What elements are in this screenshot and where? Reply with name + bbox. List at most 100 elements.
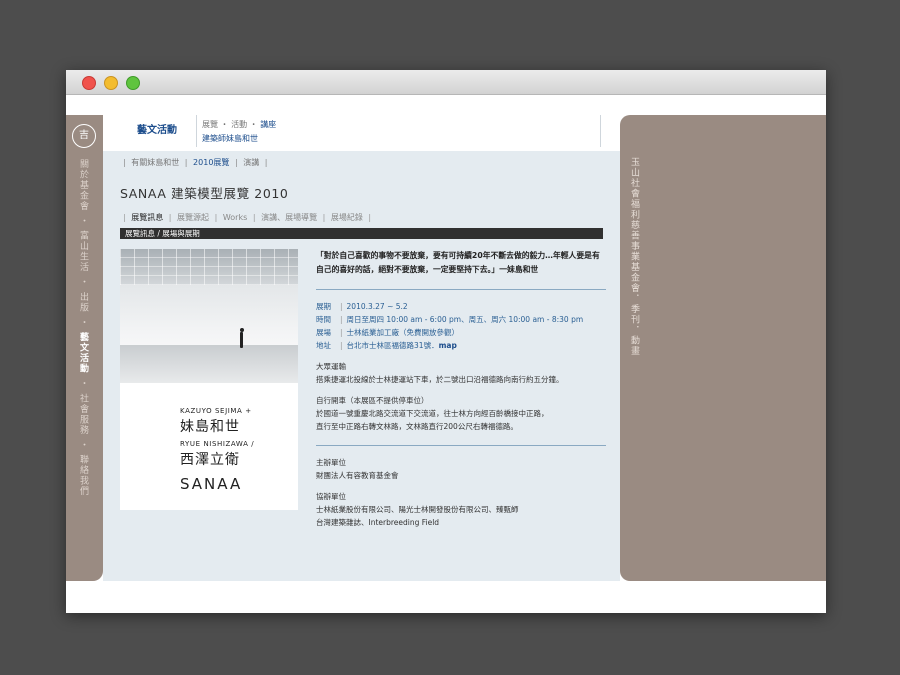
detail-address: 地址 | 台北市士林區福德路31號．map	[316, 339, 606, 352]
poster-line-sejima-zh: 妹島和世	[180, 419, 240, 435]
detail-value: 士林紙業加工廠（免費開放參觀）	[346, 328, 460, 337]
divider	[600, 115, 601, 147]
block-heading: 大眾運輸	[316, 362, 346, 371]
tab-separator: |	[322, 213, 326, 222]
subnav-separator: |	[264, 158, 268, 167]
nav-separator: ・	[220, 120, 232, 129]
exhibition-info: 「對於自己喜歡的事物不要放棄，要有可持續20年不斷去做的毅力…年輕人要是有 自己…	[316, 249, 606, 529]
block-heading: 自行開車（本展區不提供停車位）	[316, 396, 429, 405]
right-vertical-text[interactable]: 玉山社會福利慈善事業基金會．季刊．動畫	[628, 157, 641, 357]
tab-exhibition-records[interactable]: 展場紀錄	[331, 213, 363, 222]
quote: 「對於自己喜歡的事物不要放棄，要有可持續20年不斷去做的毅力…年輕人要是有 自己…	[316, 249, 606, 277]
subnav-separator: |	[184, 158, 188, 167]
nav-item-about[interactable]: 關於基金會	[78, 159, 88, 212]
driving-directions: 自行開車（本展區不提供停車位） 於國道一號重慶北路交流道下交流道，往士林方向經百…	[316, 394, 606, 433]
section-title[interactable]: 藝文活動	[137, 121, 177, 136]
organizer: 主辦單位 財團法人有容教育基金會	[316, 456, 606, 482]
top-nav-lectures[interactable]: 講座	[260, 120, 276, 129]
poster-line-nishizawa-en: RYUE NISHIZAWA /	[180, 440, 255, 448]
block-text: 直行至中正路右轉文林路，文林路直行200公尺右轉福德路。	[316, 422, 518, 431]
top-nav-events[interactable]: 活動	[231, 120, 247, 129]
page-title: SANAA 建築模型展覽 2010	[120, 186, 289, 201]
divider	[196, 115, 197, 147]
subnav-item-about-sejima[interactable]: 有關妹島和世	[131, 158, 179, 167]
tab-separator: |	[368, 213, 372, 222]
nav-separator: ・	[78, 439, 88, 451]
nav-separator: ・	[78, 317, 88, 328]
page-content: 吉 關於基金會 ・ 富山生活 ・ 出版 ・ 藝文活動 ・ 社會服務 ・ 聯絡我們…	[66, 95, 826, 613]
block-text: 搭乘捷運北投線於士林捷運站下車，於二號出口沿福德路向南行約五分鐘。	[316, 375, 564, 384]
top-nav-links: 展覽 ・ 活動 ・ 講座 建築師妹島和世	[202, 118, 276, 146]
detail-label: 展期	[316, 302, 331, 311]
poster-text: KAZUYO SEJIMA + 妹島和世 RYUE NISHIZAWA / 西澤…	[180, 407, 254, 493]
public-transport: 大眾運輸 搭乘捷運北投線於士林捷運站下車，於二號出口沿福德路向南行約五分鐘。	[316, 360, 606, 386]
detail-value: 2010.3.27 ~ 5.2	[346, 302, 408, 311]
block-text: 台灣建築雜誌、Interbreeding Field	[316, 518, 440, 527]
subnav-item-exhibition-2010[interactable]: 2010展覽	[193, 158, 229, 167]
nav-item-contact[interactable]: 聯絡我們	[78, 455, 88, 497]
poster-figure	[240, 332, 243, 348]
top-nav-exhibitions[interactable]: 展覽	[202, 120, 218, 129]
nav-separator: ・	[78, 277, 88, 288]
tab-separator: |	[252, 213, 256, 222]
zoom-window-button[interactable]	[126, 76, 140, 90]
minimize-window-button[interactable]	[104, 76, 118, 90]
tab-separator: |	[123, 213, 126, 222]
section-header-bar: 展覽訊息 / 展場與展期	[120, 228, 603, 239]
quote-line: 「對於自己喜歡的事物不要放棄，要有可持續20年不斷去做的毅力…年輕人要是有	[316, 251, 600, 260]
subnav-item-lectures[interactable]: 演講	[243, 158, 259, 167]
window-titlebar	[66, 70, 826, 95]
nav-separator: ・	[78, 215, 88, 227]
nav-item-life[interactable]: 富山生活	[78, 231, 88, 273]
poster-photo	[120, 249, 298, 383]
divider	[316, 445, 606, 446]
tab-exhibition-origin[interactable]: 展覽源起	[177, 213, 209, 222]
tab-lectures-tours[interactable]: 演講、展場導覽	[261, 213, 317, 222]
close-window-button[interactable]	[82, 76, 96, 90]
content-tabs: | 展覽訊息 | 展覽源起 | Works | 演講、展場導覽 | 展場紀錄 |	[120, 212, 374, 223]
nav-item-arts[interactable]: 藝文活動	[78, 332, 88, 374]
exhibition-poster: KAZUYO SEJIMA + 妹島和世 RYUE NISHIZAWA / 西澤…	[120, 249, 298, 510]
tab-works[interactable]: Works	[223, 213, 247, 222]
tab-exhibition-info[interactable]: 展覽訊息	[131, 213, 163, 222]
foundation-logo-icon[interactable]: 吉	[72, 124, 96, 148]
quote-line: 自己的喜好的話，絕對不要放棄，一定要堅持下去。」一妹島和世	[316, 265, 539, 274]
block-heading: 主辦單位	[316, 458, 346, 467]
poster-ceiling	[120, 249, 298, 285]
block-text: 財團法人有容教育基金會	[316, 471, 399, 480]
top-navigation: 藝文活動 展覽 ・ 活動 ・ 講座 建築師妹島和世	[123, 113, 601, 149]
detail-separator: |	[340, 302, 343, 311]
subnav-separator: |	[234, 158, 238, 167]
vertical-main-nav: 關於基金會 ・ 富山生活 ・ 出版 ・ 藝文活動 ・ 社會服務 ・ 聯絡我們	[77, 159, 90, 497]
block-text: 士林紙業股份有限公司、陽光士林開發股份有限公司、臻甄師	[316, 505, 519, 514]
detail-separator: |	[340, 341, 343, 350]
sub-navigation: | 有關妹島和世 | 2010展覽 | 演講 |	[120, 157, 270, 168]
detail-separator: |	[340, 328, 343, 337]
left-sidebar: 吉 關於基金會 ・ 富山生活 ・ 出版 ・ 藝文活動 ・ 社會服務 ・ 聯絡我們	[66, 115, 103, 581]
map-link[interactable]: map	[439, 341, 457, 350]
nav-separator: ・	[249, 120, 261, 129]
detail-label: 展場	[316, 328, 331, 337]
detail-value: 周日至周四 10:00 am - 6:00 pm、周五、周六 10:00 am …	[346, 315, 584, 324]
poster-floor	[120, 345, 298, 383]
main-panel: | 有關妹島和世 | 2010展覽 | 演講 | SANAA 建築模型展覽 20…	[103, 151, 620, 581]
poster-line-nishizawa-zh: 西澤立衛	[180, 452, 240, 468]
detail-value: 台北市士林區福德路31號．	[346, 341, 439, 350]
nav-item-service[interactable]: 社會服務	[78, 394, 88, 436]
tab-separator: |	[168, 213, 172, 222]
right-sidebar: 玉山社會福利慈善事業基金會．季刊．動畫	[620, 115, 826, 581]
block-text: 於國道一號重慶北路交流道下交流道，往士林方向經百齡橋接中正路，	[316, 409, 549, 418]
detail-hours: 時間 | 周日至周四 10:00 am - 6:00 pm、周五、周六 10:00 …	[316, 313, 606, 326]
detail-venue: 展場 | 士林紙業加工廠（免費開放參觀）	[316, 326, 606, 339]
nav-separator: ・	[78, 378, 88, 390]
co-organizer: 協辦單位 士林紙業股份有限公司、陽光士林開發股份有限公司、臻甄師 台灣建築雜誌、…	[316, 490, 606, 529]
detail-label: 地址	[316, 341, 331, 350]
subnav-separator: |	[123, 158, 126, 167]
current-item-link[interactable]: 建築師妹島和世	[202, 132, 276, 146]
browser-window: 吉 關於基金會 ・ 富山生活 ・ 出版 ・ 藝文活動 ・ 社會服務 ・ 聯絡我們…	[66, 70, 826, 613]
divider	[316, 289, 606, 290]
poster-line-sanaa: SANAA	[180, 475, 243, 493]
nav-item-publish[interactable]: 出版	[78, 292, 88, 313]
poster-line-sejima-en: KAZUYO SEJIMA +	[180, 407, 252, 415]
tab-separator: |	[214, 213, 218, 222]
